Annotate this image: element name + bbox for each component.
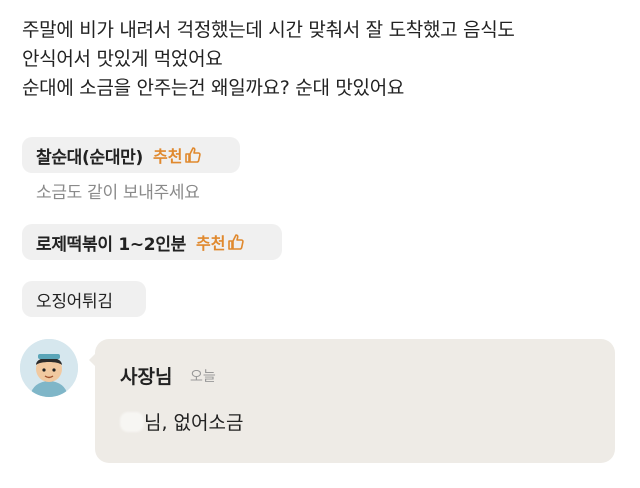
review-line: 안식어서 맛있게 먹었어요	[22, 48, 223, 70]
reply-date: 오늘	[190, 369, 216, 385]
review-line: 순대에 소금을 안주는건 왜일까요? 순대 맛있어요	[22, 77, 405, 99]
thumbs-up-icon	[228, 234, 245, 250]
menu-name: 오징어튀김	[36, 291, 113, 312]
reply-author: 사장님	[120, 366, 173, 388]
review-line: 주말에 비가 내려서 걱정했는데 시간 맞춰서 잘 도착했고 음식도	[22, 19, 515, 41]
owner-avatar-icon	[20, 339, 78, 397]
thumbs-up-icon	[185, 147, 202, 163]
redacted-name	[120, 412, 144, 432]
owner-reply-bubble	[95, 339, 615, 463]
menu-chip-sundae[interactable]: 찰순대(순대만) 추천	[22, 137, 240, 173]
reply-content: 님, 없어소금	[120, 408, 243, 435]
menu-chip-squid[interactable]: 오징어튀김	[22, 281, 146, 317]
recommend-label: 추천	[152, 147, 183, 166]
menu-name: 찰순대(순대만)	[36, 147, 143, 168]
recommend-badge: 추천	[196, 230, 245, 254]
menu-name: 로제떡볶이 1~2인분	[36, 234, 186, 255]
reply-text: 님, 없어소금	[144, 412, 244, 434]
recommend-badge: 추천	[153, 143, 202, 167]
review-body: 주말에 비가 내려서 걱정했는데 시간 맞춰서 잘 도착했고 음식도 안식어서 …	[22, 16, 622, 103]
review-page: 주말에 비가 내려서 걱정했는데 시간 맞춰서 잘 도착했고 음식도 안식어서 …	[0, 0, 640, 488]
recommend-label: 추천	[196, 234, 226, 253]
menu-chip-tteokbokki[interactable]: 로제떡볶이 1~2인분 추천	[22, 224, 282, 260]
option-note: 소금도 같이 보내주세요	[36, 183, 200, 203]
